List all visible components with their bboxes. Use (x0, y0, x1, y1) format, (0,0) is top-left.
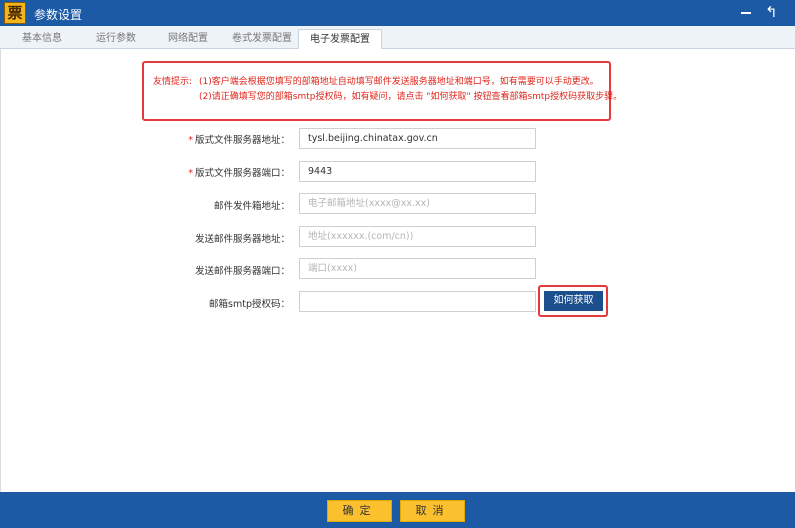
tab-bar: 基本信息 运行参数 网络配置 卷式发票配置 电子发票配置 (0, 26, 795, 50)
smtp-server-address-label: 发送邮件服务器地址： (194, 234, 290, 245)
required-mark: * (188, 135, 193, 146)
notice-box: 友情提示: (1)客户端会根据您填写的部箱地址自动填写邮件发送服务器地址和端口号… (142, 61, 622, 121)
smtp-auth-code-label: 邮箱smtp授权码： (209, 299, 290, 310)
minimize-icon[interactable] (741, 12, 751, 14)
settings-panel: 友情提示: (1)客户端会根据您填写的部箱地址自动填写邮件发送服务器地址和端口号… (0, 49, 795, 492)
format-server-port-label: * 版式文件服务器端口： (188, 168, 290, 179)
format-server-address-label: * 版式文件服务器地址： (188, 135, 290, 146)
back-icon[interactable]: ↰ (765, 3, 778, 21)
required-mark: * (188, 168, 193, 179)
smtp-server-port-label: 发送邮件服务器端口： (194, 266, 290, 277)
help-button-highlight: 如何获取 (538, 285, 608, 317)
format-server-address-input[interactable] (299, 128, 536, 149)
format-server-port-input[interactable] (299, 161, 536, 182)
cancel-button[interactable]: 取消 (400, 500, 465, 522)
window-title: 参数设置 (34, 8, 83, 22)
how-to-get-button[interactable]: 如何获取 (544, 291, 603, 311)
notice-prefix: 友情提示: (153, 77, 193, 87)
notice-line-2: (2)请正确填写您的部箱smtp授权码，如有疑问，请点击 "如何获取" 按钮查看… (199, 92, 623, 102)
sender-email-input[interactable] (299, 193, 536, 214)
tab-basic-info[interactable]: 基本信息 (8, 29, 76, 49)
app-logo-icon: 票 (4, 2, 26, 24)
confirm-button[interactable]: 确定 (327, 500, 392, 522)
footer-bar: 确定 取消 (0, 492, 795, 528)
smtp-auth-code-input[interactable] (299, 291, 536, 312)
tab-roll-invoice-config[interactable]: 卷式发票配置 (226, 29, 298, 49)
smtp-server-address-input[interactable] (299, 226, 536, 247)
notice-line-1: (1)客户端会根据您填写的部箱地址自动填写邮件发送服务器地址和端口号，如有需要可… (199, 77, 599, 87)
title-bar: 票 参数设置 ↰ (0, 0, 795, 26)
tab-run-params[interactable]: 运行参数 (84, 29, 148, 49)
sender-email-label: 邮件发件箱地址： (213, 201, 290, 212)
tab-e-invoice-config[interactable]: 电子发票配置 (298, 29, 382, 50)
smtp-server-port-input[interactable] (299, 258, 536, 279)
tab-network-config[interactable]: 网络配置 (156, 29, 220, 49)
